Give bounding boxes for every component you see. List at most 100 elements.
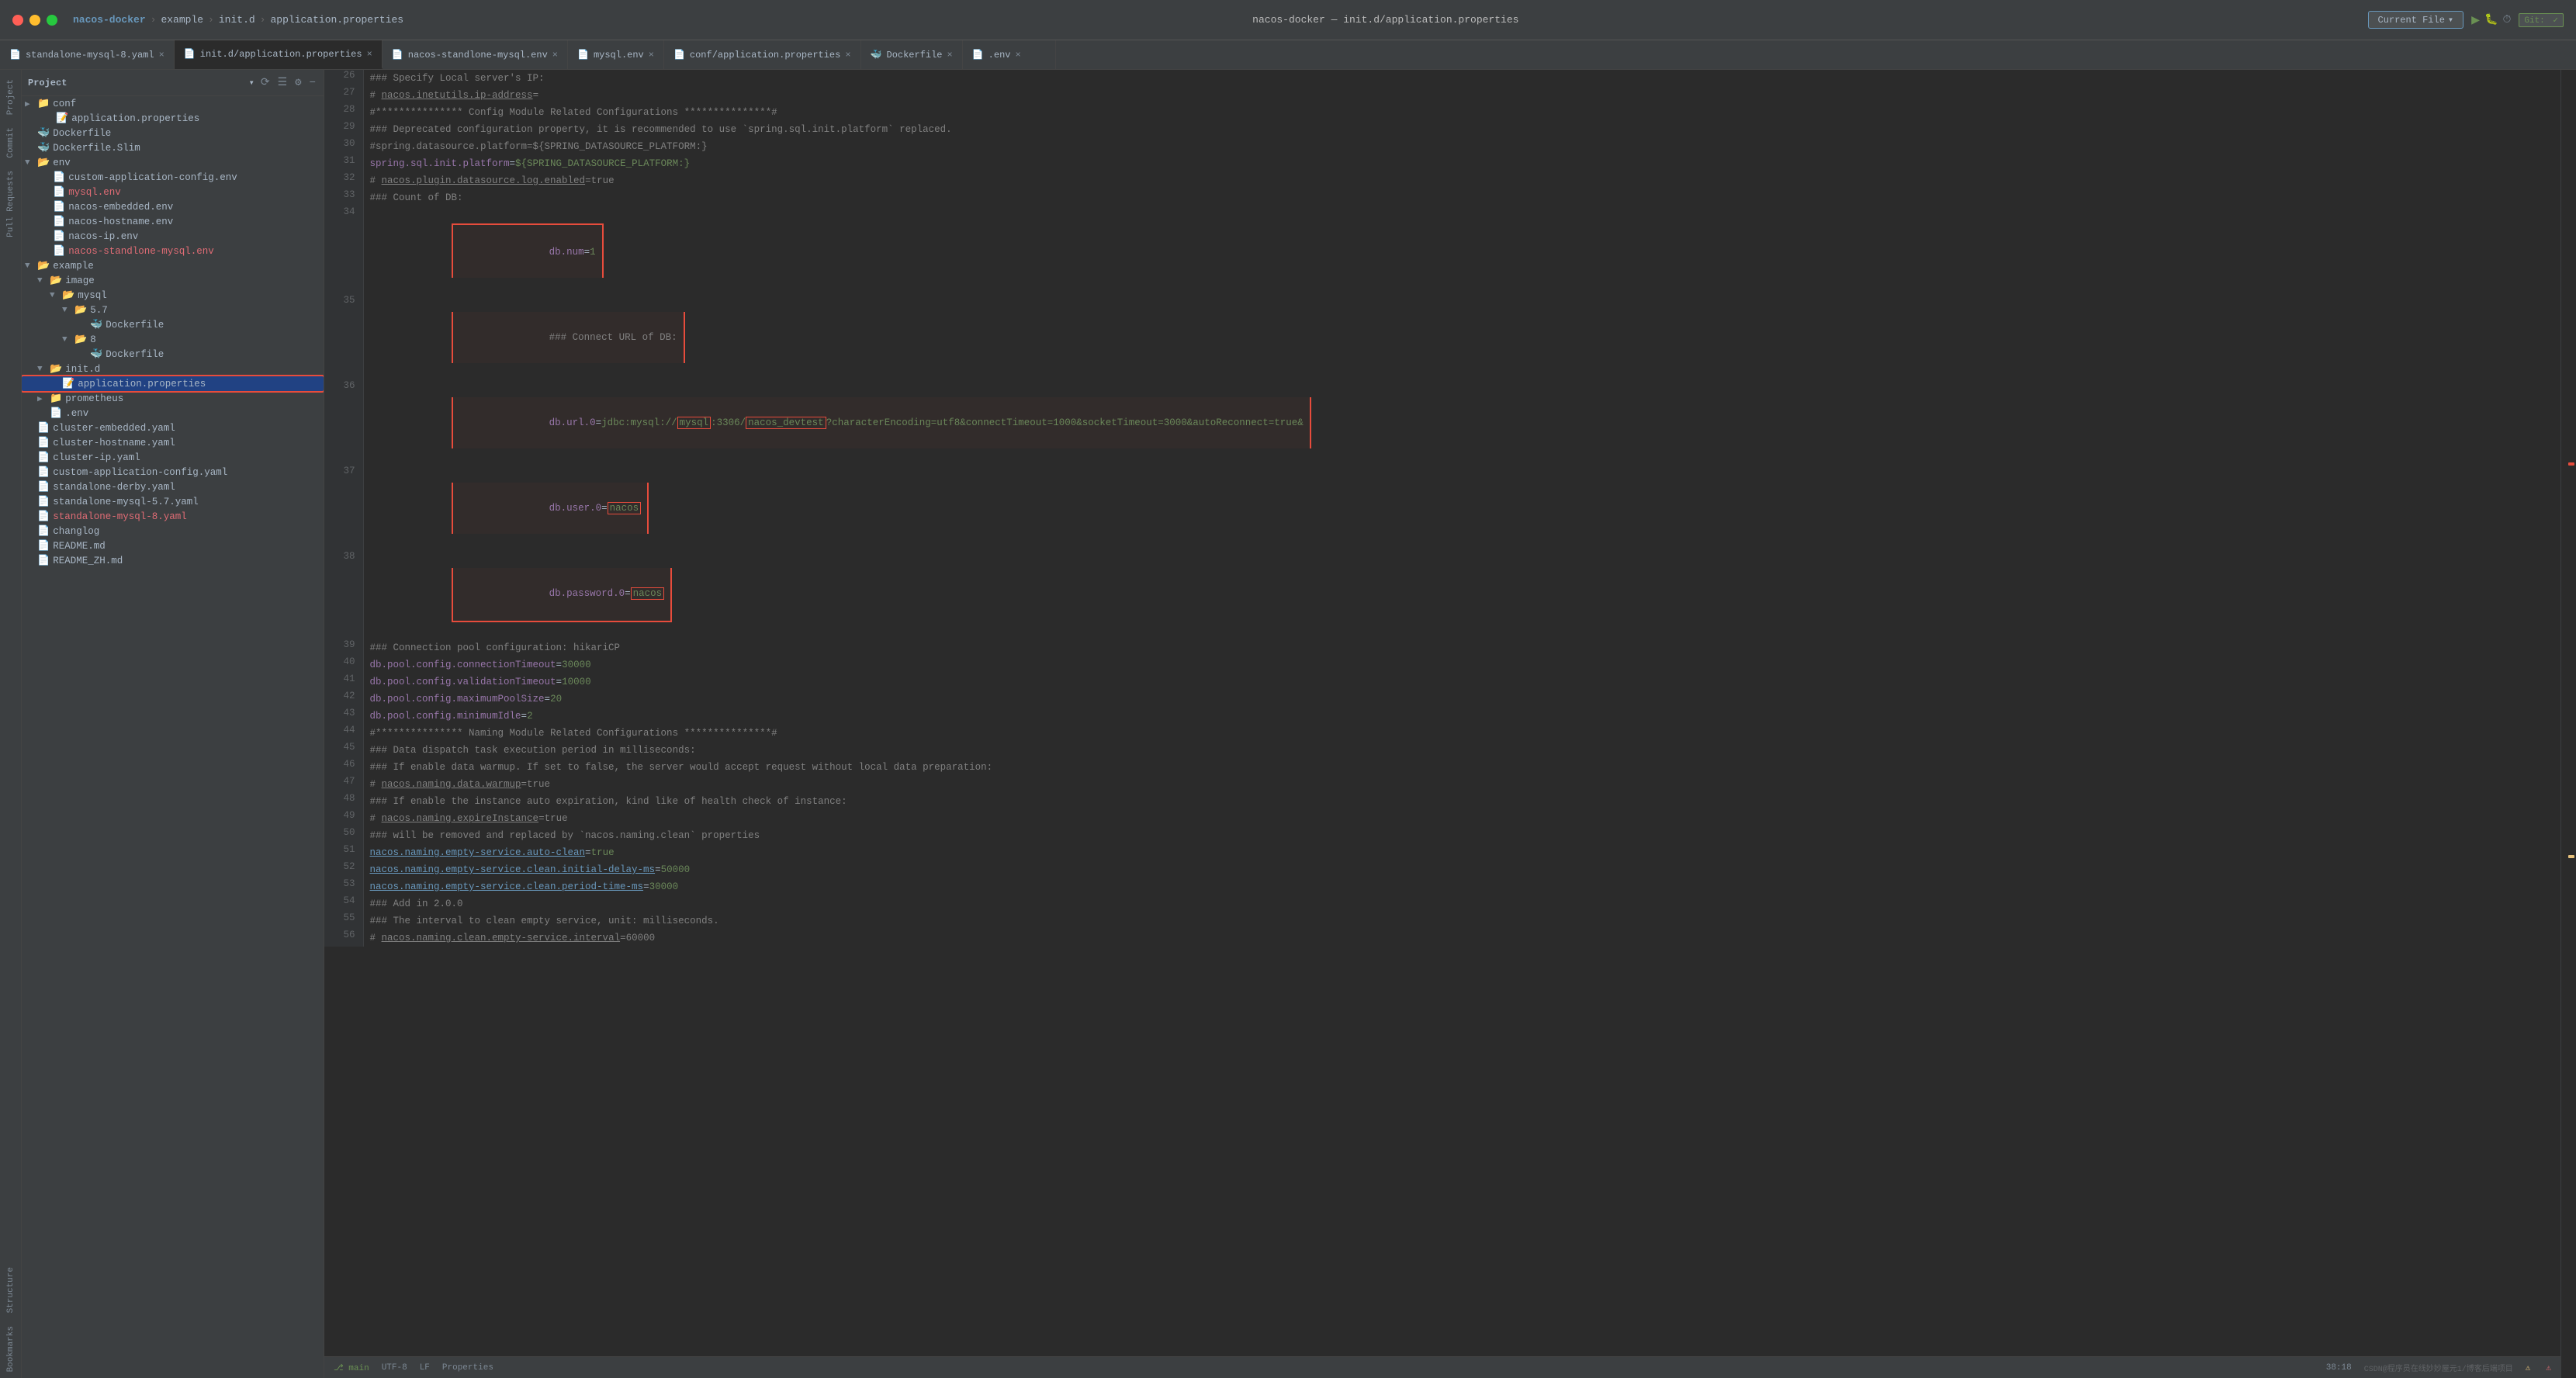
tree-file-dockerfile-root[interactable]: ▶ 🐳 Dockerfile <box>22 126 324 140</box>
profile-button[interactable]: ⏱ <box>2502 14 2511 26</box>
tree-folder-conf[interactable]: ▶ 📁 conf <box>22 96 324 111</box>
tab-env-icon: 📄 <box>972 49 984 61</box>
panel-dropdown-arrow[interactable]: ▾ <box>249 77 254 88</box>
tree-sync-icon[interactable]: ⟳ <box>259 74 272 91</box>
tree-file-dockerfile-slim[interactable]: ▶ 🐳 Dockerfile.Slim <box>22 140 324 155</box>
sidebar-tab-pull-requests[interactable]: Pull Requests <box>2 164 20 244</box>
debug-button[interactable]: 🐛 <box>2484 13 2498 26</box>
language-label[interactable]: Properties <box>442 1363 493 1373</box>
git-status[interactable]: Git: ✓ <box>2519 13 2564 27</box>
tree-file-standalone-mysql-8[interactable]: ▶ 📄 standalone-mysql-8.yaml <box>22 509 324 524</box>
tree-file-application-properties-selected[interactable]: ▶ 📝 application.properties <box>22 376 324 391</box>
yaml-icon: 📄 <box>37 466 50 478</box>
code-line-34: 34 db.num=1 <box>324 206 2560 295</box>
tab-dockerfile[interactable]: 🐳 Dockerfile × <box>861 40 963 69</box>
minimize-button[interactable] <box>29 15 40 26</box>
tab-close-icon[interactable]: × <box>159 50 164 61</box>
tree-file-dotenv-example[interactable]: ▶ 📄 .env <box>22 406 324 421</box>
breadcrumb-file[interactable]: application.properties <box>270 14 403 26</box>
tree-file-dockerfile-57[interactable]: ▶ 🐳 Dockerfile <box>22 317 324 332</box>
git-branch-label[interactable]: ⎇ main <box>334 1362 369 1373</box>
breadcrumb-example[interactable]: example <box>161 14 203 26</box>
sidebar-tab-structure[interactable]: Structure <box>2 1261 20 1319</box>
code-line-38: 38 db.password.0=nacos <box>324 551 2560 639</box>
tree-file-readme-zh[interactable]: ▶ 📄 README_ZH.md <box>22 553 324 568</box>
line-content: ### will be removed and replaced by `nac… <box>363 827 2560 844</box>
yaml-icon: 📄 <box>37 437 50 448</box>
tree-file-dockerfile-8[interactable]: ▶ 🐳 Dockerfile <box>22 347 324 362</box>
tab-close-icon[interactable]: × <box>947 50 953 61</box>
tree-close-icon[interactable]: − <box>308 75 317 91</box>
tree-file-cluster-ip[interactable]: ▶ 📄 cluster-ip.yaml <box>22 450 324 465</box>
tab-close-icon[interactable]: × <box>1015 50 1020 61</box>
project-panel-title: Project <box>28 78 244 88</box>
tree-item-label: 8 <box>90 334 96 345</box>
tree-file-changlog[interactable]: ▶ 📄 changlog <box>22 524 324 538</box>
code-table: 26 ### Specify Local server's IP: 27 # n… <box>324 70 2560 947</box>
tree-file-custom-app-config[interactable]: ▶ 📄 custom-application-config.yaml <box>22 465 324 480</box>
tree-file-nacos-ip[interactable]: ▶ 📄 nacos-ip.env <box>22 229 324 244</box>
tree-filter-icon[interactable]: ⚙ <box>293 74 303 91</box>
tab-close-icon[interactable]: × <box>552 50 558 61</box>
encoding-label[interactable]: UTF-8 <box>382 1363 407 1373</box>
line-sep-label[interactable]: LF <box>420 1363 430 1373</box>
tab-nacos-standlone-mysql[interactable]: 📄 nacos-standlone-mysql.env × <box>383 40 568 69</box>
tree-file-mysql-env[interactable]: ▶ 📄 mysql.env <box>22 185 324 199</box>
tab-properties-icon: 📄 <box>673 49 685 61</box>
breadcrumb-initd[interactable]: init.d <box>219 14 255 26</box>
tree-file-standalone-mysql-57[interactable]: ▶ 📄 standalone-mysql-5.7.yaml <box>22 494 324 509</box>
line-number: 43 <box>324 708 363 725</box>
yaml-icon: 📄 <box>37 481 50 493</box>
tab-conf-application-properties[interactable]: 📄 conf/application.properties × <box>664 40 861 69</box>
tab-standalone-mysql-8[interactable]: 📄 standalone-mysql-8.yaml × <box>0 40 175 69</box>
line-content: nacos.naming.empty-service.auto-clean=tr… <box>363 844 2560 861</box>
tree-file-custom-env[interactable]: ▶ 📄 custom-application-config.env <box>22 170 324 185</box>
tree-folder-image[interactable]: ▼ 📂 image <box>22 273 324 288</box>
close-button[interactable] <box>12 15 23 26</box>
tree-item-label: example <box>53 261 94 272</box>
code-line-39: 39 ### Connection pool configuration: hi… <box>324 639 2560 656</box>
line-number: 29 <box>324 121 363 138</box>
tree-file-readme[interactable]: ▶ 📄 README.md <box>22 538 324 553</box>
tree-folder-prometheus[interactable]: ▶ 📁 prometheus <box>22 391 324 406</box>
tree-folder-env[interactable]: ▼ 📂 env <box>22 155 324 170</box>
tree-collapse-icon[interactable]: ☰ <box>276 74 289 91</box>
sidebar-tab-project[interactable]: Project <box>2 73 20 121</box>
tab-close-icon[interactable]: × <box>845 50 850 61</box>
tree-arrow-icon: ▶ <box>37 393 48 404</box>
folder-icon: 📂 <box>62 289 74 301</box>
tree-item-label: README_ZH.md <box>53 556 123 566</box>
sidebar-tab-bookmarks[interactable]: Bookmarks <box>2 1320 20 1378</box>
tab-close-icon[interactable]: × <box>367 49 372 60</box>
run-button[interactable]: ▶ <box>2471 12 2480 29</box>
code-editor[interactable]: 26 ### Specify Local server's IP: 27 # n… <box>324 70 2560 1356</box>
tree-file-nacos-embedded[interactable]: ▶ 📄 nacos-embedded.env <box>22 199 324 214</box>
left-sidebar: Project Commit Pull Requests Structure B… <box>0 70 22 1378</box>
maximize-button[interactable] <box>47 15 57 26</box>
line-number: 55 <box>324 912 363 930</box>
line-content: ### Deprecated configuration property, i… <box>363 121 2560 138</box>
sidebar-tab-commit[interactable]: Commit <box>2 121 20 164</box>
tree-content: ▶ 📁 conf ▶ 📝 application.properties ▶ 🐳 … <box>22 96 324 1378</box>
tree-file-app-properties-conf[interactable]: ▶ 📝 application.properties <box>22 111 324 126</box>
tree-file-nacos-hostname[interactable]: ▶ 📄 nacos-hostname.env <box>22 214 324 229</box>
tree-folder-example[interactable]: ▼ 📂 example <box>22 258 324 273</box>
tree-folder-mysql[interactable]: ▼ 📂 mysql <box>22 288 324 303</box>
tree-file-nacos-standlone-mysql[interactable]: ▶ 📄 nacos-standlone-mysql.env <box>22 244 324 258</box>
line-content: ### Connection pool configuration: hikar… <box>363 639 2560 656</box>
line-content: nacos.naming.empty-service.clean.initial… <box>363 861 2560 878</box>
tree-folder-initd[interactable]: ▼ 📂 init.d <box>22 362 324 376</box>
tree-folder-57[interactable]: ▼ 📂 5.7 <box>22 303 324 317</box>
tree-file-standalone-derby[interactable]: ▶ 📄 standalone-derby.yaml <box>22 480 324 494</box>
tree-file-cluster-hostname[interactable]: ▶ 📄 cluster-hostname.yaml <box>22 435 324 450</box>
tab-application-properties[interactable]: 📄 init.d/application.properties × <box>175 40 383 69</box>
line-number: 38 <box>324 551 363 639</box>
yaml-icon: 📄 <box>37 496 50 507</box>
tab-mysql-env[interactable]: 📄 mysql.env × <box>568 40 664 69</box>
breadcrumb-project[interactable]: nacos-docker <box>73 14 146 26</box>
tab-dotenv[interactable]: 📄 .env × <box>963 40 1056 69</box>
tree-folder-8[interactable]: ▼ 📂 8 <box>22 332 324 347</box>
current-file-button[interactable]: Current File ▾ <box>2368 11 2464 29</box>
tab-close-icon[interactable]: × <box>649 50 654 61</box>
tree-file-cluster-embedded[interactable]: ▶ 📄 cluster-embedded.yaml <box>22 421 324 435</box>
